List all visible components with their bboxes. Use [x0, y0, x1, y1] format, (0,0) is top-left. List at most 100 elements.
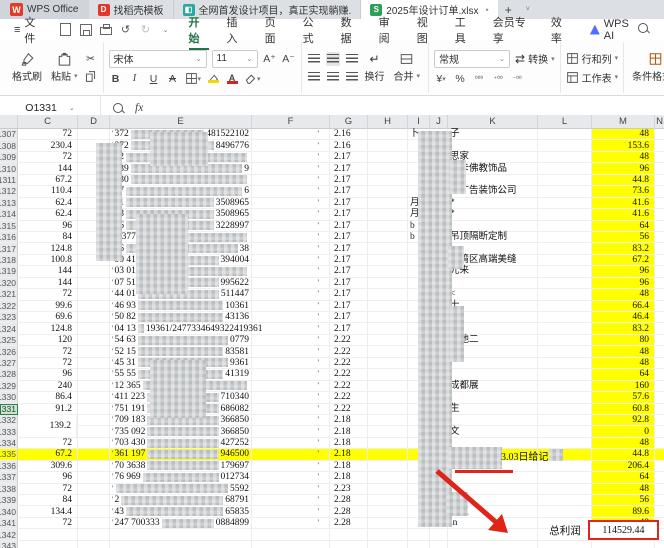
c-cell[interactable]: 72: [18, 358, 78, 369]
align-middle-button[interactable]: [326, 52, 340, 66]
d-cell[interactable]: [78, 301, 110, 312]
f-cell[interactable]: ': [252, 129, 330, 140]
c-cell[interactable]: 96: [18, 472, 78, 483]
h-cell[interactable]: [368, 461, 408, 472]
l-cell[interactable]: [538, 472, 592, 483]
n-cell[interactable]: [655, 209, 664, 220]
n-cell[interactable]: [655, 358, 664, 369]
row-header[interactable]: 1313: [0, 198, 18, 209]
undo-icon[interactable]: ↺: [120, 24, 132, 36]
m-cell[interactable]: 48: [592, 289, 655, 300]
c-cell[interactable]: 309.6: [18, 461, 78, 472]
n-cell[interactable]: [655, 438, 664, 449]
h-cell[interactable]: [368, 312, 408, 323]
n-cell[interactable]: [655, 335, 664, 346]
d-cell[interactable]: [78, 404, 110, 415]
column-header-D[interactable]: D: [78, 115, 110, 129]
d-cell[interactable]: [78, 323, 110, 334]
row-header[interactable]: 1317: [0, 243, 18, 254]
l-cell[interactable]: [538, 140, 592, 151]
n-cell[interactable]: [655, 186, 664, 197]
d-cell[interactable]: [78, 381, 110, 392]
e-cell[interactable]: '176: [110, 186, 252, 197]
e-cell[interactable]: '268791: [110, 495, 252, 506]
c-cell[interactable]: 144: [18, 163, 78, 174]
h-cell[interactable]: [368, 335, 408, 346]
h-cell[interactable]: [368, 323, 408, 334]
e-cell[interactable]: '735 092366850: [110, 426, 252, 437]
h-cell[interactable]: [368, 484, 408, 495]
h-cell[interactable]: [368, 301, 408, 312]
g-cell[interactable]: 2.17: [330, 323, 368, 334]
f-cell[interactable]: ': [252, 415, 330, 426]
f-cell[interactable]: ': [252, 438, 330, 449]
m-cell[interactable]: 48: [592, 129, 655, 140]
m-cell[interactable]: 60.8: [592, 404, 655, 415]
h-cell[interactable]: [368, 266, 408, 277]
d-cell[interactable]: [78, 415, 110, 426]
k-cell[interactable]: *: [448, 209, 538, 220]
column-header-G[interactable]: G: [330, 115, 368, 129]
column-header-L[interactable]: L: [538, 115, 592, 129]
c-cell[interactable]: [18, 529, 78, 540]
row-header[interactable]: 1342: [0, 529, 18, 540]
k-cell[interactable]: <: [448, 289, 538, 300]
m-cell[interactable]: 66.4: [592, 301, 655, 312]
align-right-button[interactable]: [345, 70, 359, 84]
c-cell[interactable]: 91.2: [18, 404, 78, 415]
underline-button[interactable]: U: [147, 72, 161, 86]
e-cell[interactable]: '46 9310361: [110, 301, 252, 312]
k-cell[interactable]: 吊顶隔断定制: [448, 232, 538, 243]
m-cell[interactable]: 48: [592, 438, 655, 449]
f-cell[interactable]: ': [252, 495, 330, 506]
f-cell[interactable]: ': [252, 278, 330, 289]
h-cell[interactable]: [368, 140, 408, 151]
c-cell[interactable]: 62.4: [18, 198, 78, 209]
fill-color-button[interactable]: [206, 72, 220, 86]
h-cell[interactable]: [368, 529, 408, 540]
d-cell[interactable]: [78, 438, 110, 449]
h-cell[interactable]: [368, 449, 408, 460]
n-cell[interactable]: [655, 392, 664, 403]
h-cell[interactable]: [368, 506, 408, 517]
f-cell[interactable]: ': [252, 404, 330, 415]
n-cell[interactable]: [655, 404, 664, 415]
k-cell[interactable]: 生: [448, 404, 538, 415]
row-header[interactable]: 1331: [0, 404, 18, 415]
tab-page[interactable]: 页面: [256, 14, 294, 46]
print-icon[interactable]: [100, 24, 112, 36]
d-cell[interactable]: [78, 518, 110, 529]
row-header[interactable]: 1328: [0, 369, 18, 380]
row-header[interactable]: 1314: [0, 209, 18, 220]
align-top-button[interactable]: [307, 52, 321, 66]
g-cell[interactable]: 2.17: [330, 243, 368, 254]
c-cell[interactable]: 72: [18, 438, 78, 449]
g-cell[interactable]: 2.16: [330, 129, 368, 140]
row-header[interactable]: 1319: [0, 266, 18, 277]
j-cell[interactable]: [430, 529, 448, 540]
row-header[interactable]: 1307: [0, 129, 18, 140]
f-cell[interactable]: ': [252, 301, 330, 312]
fx-icon[interactable]: fx: [135, 102, 143, 114]
font-color-button[interactable]: A: [225, 72, 239, 86]
row-header[interactable]: 1339: [0, 495, 18, 506]
h-cell[interactable]: [368, 369, 408, 380]
n-cell[interactable]: [655, 449, 664, 460]
n-cell[interactable]: [655, 312, 664, 323]
g-cell[interactable]: 2.17: [330, 278, 368, 289]
l-cell[interactable]: [538, 152, 592, 163]
m-cell[interactable]: 48: [592, 358, 655, 369]
m-cell[interactable]: 48: [592, 484, 655, 495]
g-cell[interactable]: 2.17: [330, 221, 368, 232]
e-cell[interactable]: '361 197946500: [110, 449, 252, 460]
g-cell[interactable]: 2.17: [330, 301, 368, 312]
m-cell[interactable]: 0: [592, 426, 655, 437]
f-cell[interactable]: ': [252, 312, 330, 323]
font-size-select[interactable]: 11⌄: [212, 50, 258, 68]
l-cell[interactable]: [538, 221, 592, 232]
d-cell[interactable]: [78, 392, 110, 403]
l-cell[interactable]: [538, 404, 592, 415]
d-cell[interactable]: [78, 312, 110, 323]
format-painter-button[interactable]: 格式刷: [9, 51, 45, 84]
row-header[interactable]: 1337: [0, 472, 18, 483]
